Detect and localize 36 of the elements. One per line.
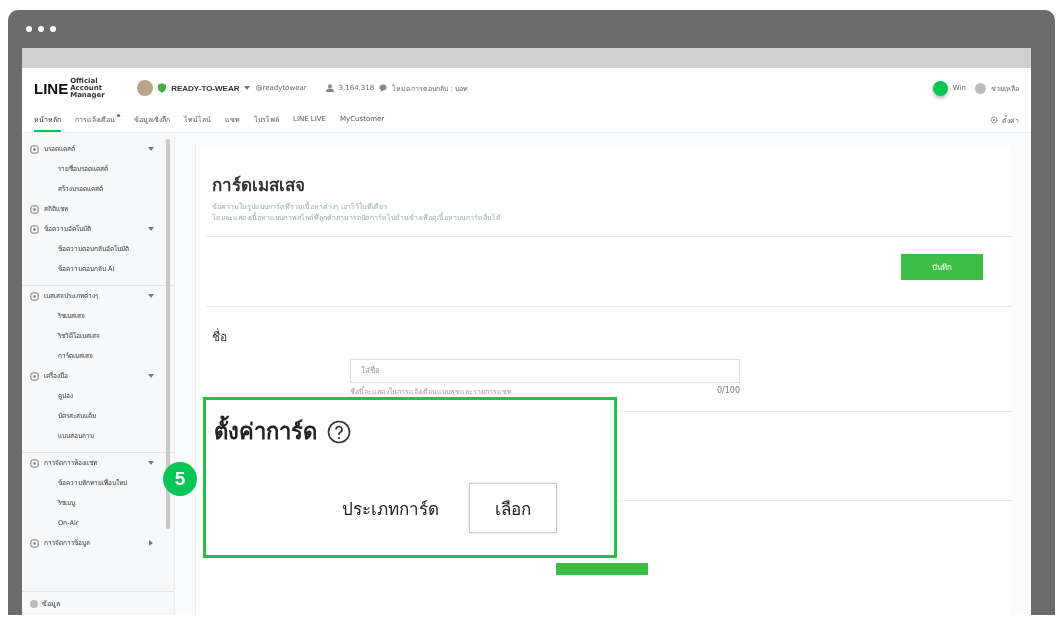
window-dot-icon[interactable]	[26, 26, 32, 32]
shield-icon	[158, 83, 167, 93]
caret-icon[interactable]	[148, 294, 154, 298]
caret-icon[interactable]	[244, 86, 251, 90]
field-label: ชื่อ	[212, 327, 228, 346]
select-button[interactable]: เลือก	[469, 483, 557, 533]
menu-icon	[30, 291, 39, 301]
character-count: 0/100	[716, 385, 740, 397]
page-title: การ์ดเมสเสจ	[212, 174, 306, 197]
settings-icon[interactable]	[990, 116, 998, 124]
menu-icon	[30, 538, 39, 548]
question-icon[interactable]	[327, 419, 351, 444]
section-title: ตั้งค่าการ์ด	[214, 414, 317, 449]
name-input-field[interactable]: ใส่ชื่อ	[350, 358, 740, 383]
action-button[interactable]	[556, 562, 648, 575]
scrollbar[interactable]	[166, 139, 170, 529]
status-dot-icon	[932, 80, 948, 96]
menu-icon	[30, 458, 39, 468]
caret-icon[interactable]	[148, 374, 154, 378]
logo-text: LINE	[34, 79, 69, 97]
caret-icon[interactable]	[148, 227, 154, 231]
menu-icon	[30, 224, 39, 234]
menu-icon	[30, 204, 39, 214]
caret-icon[interactable]	[148, 461, 154, 465]
window-dot-icon[interactable]	[50, 26, 56, 32]
person-icon	[325, 84, 334, 92]
info-icon	[30, 599, 38, 608]
field-label: ประเภทการ์ด	[342, 497, 439, 521]
window-dot-icon[interactable]	[38, 26, 44, 32]
menu-icon	[30, 371, 39, 381]
caret-icon[interactable]	[149, 540, 153, 546]
chat-bubble-icon	[379, 84, 388, 92]
caret-icon[interactable]	[148, 147, 154, 151]
avatar-icon[interactable]	[137, 80, 154, 96]
menu-icon	[30, 144, 39, 154]
account-name[interactable]: READY-TO-WEAR	[171, 83, 240, 93]
